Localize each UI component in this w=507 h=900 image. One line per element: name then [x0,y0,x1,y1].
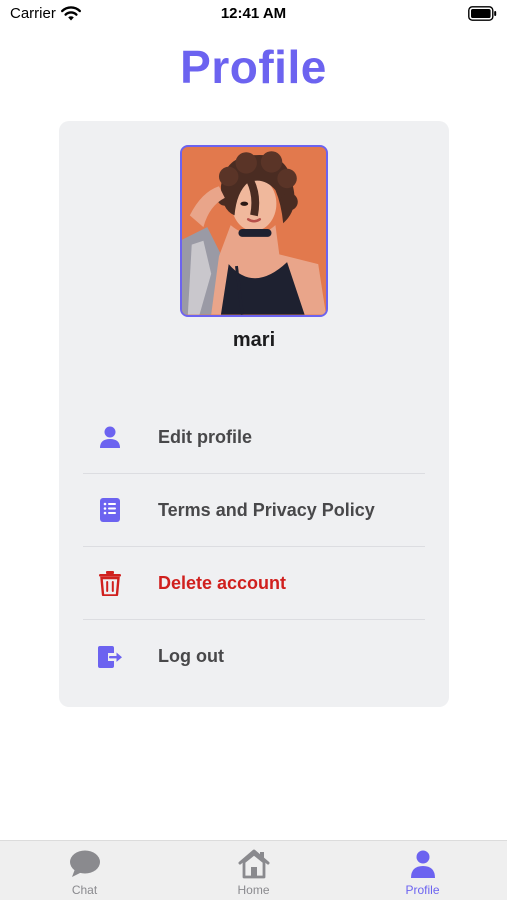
terms-privacy-button[interactable]: Terms and Privacy Policy [83,474,425,547]
user-portrait-illustration [182,147,326,315]
tab-chat[interactable]: Chat [0,841,169,900]
trash-icon [97,570,123,596]
document-list-icon [97,497,123,523]
delete-account-label: Delete account [158,572,287,593]
tab-home-label: Home [237,883,270,897]
home-icon [238,849,269,879]
battery-icon [468,6,497,21]
status-bar: Carrier 12:41 AM [0,0,507,30]
profile-menu: Edit profile Terms and Privacy Policy De… [83,401,425,693]
edit-profile-label: Edit profile [158,426,252,447]
delete-account-button[interactable]: Delete account [83,547,425,620]
tab-home[interactable]: Home [169,841,338,900]
terms-privacy-label: Terms and Privacy Policy [158,499,375,520]
avatar[interactable] [180,145,328,317]
log-out-button[interactable]: Log out [83,620,425,693]
tab-chat-label: Chat [71,883,98,897]
clock: 12:41 AM [220,5,287,22]
page-title: Profile [180,41,327,93]
edit-profile-button[interactable]: Edit profile [83,401,425,474]
username: mari [232,329,276,351]
tab-bar: Chat Home Profile [0,840,507,900]
log-out-label: Log out [158,646,224,666]
tab-profile[interactable]: Profile [338,841,507,900]
person-icon [97,424,123,450]
logout-icon [97,644,123,670]
tab-profile-label: Profile [405,883,440,897]
person-icon [410,850,435,878]
profile-card: mari Edit profile Terms and Privacy Poli… [59,121,449,707]
chat-bubble-icon [69,850,100,877]
